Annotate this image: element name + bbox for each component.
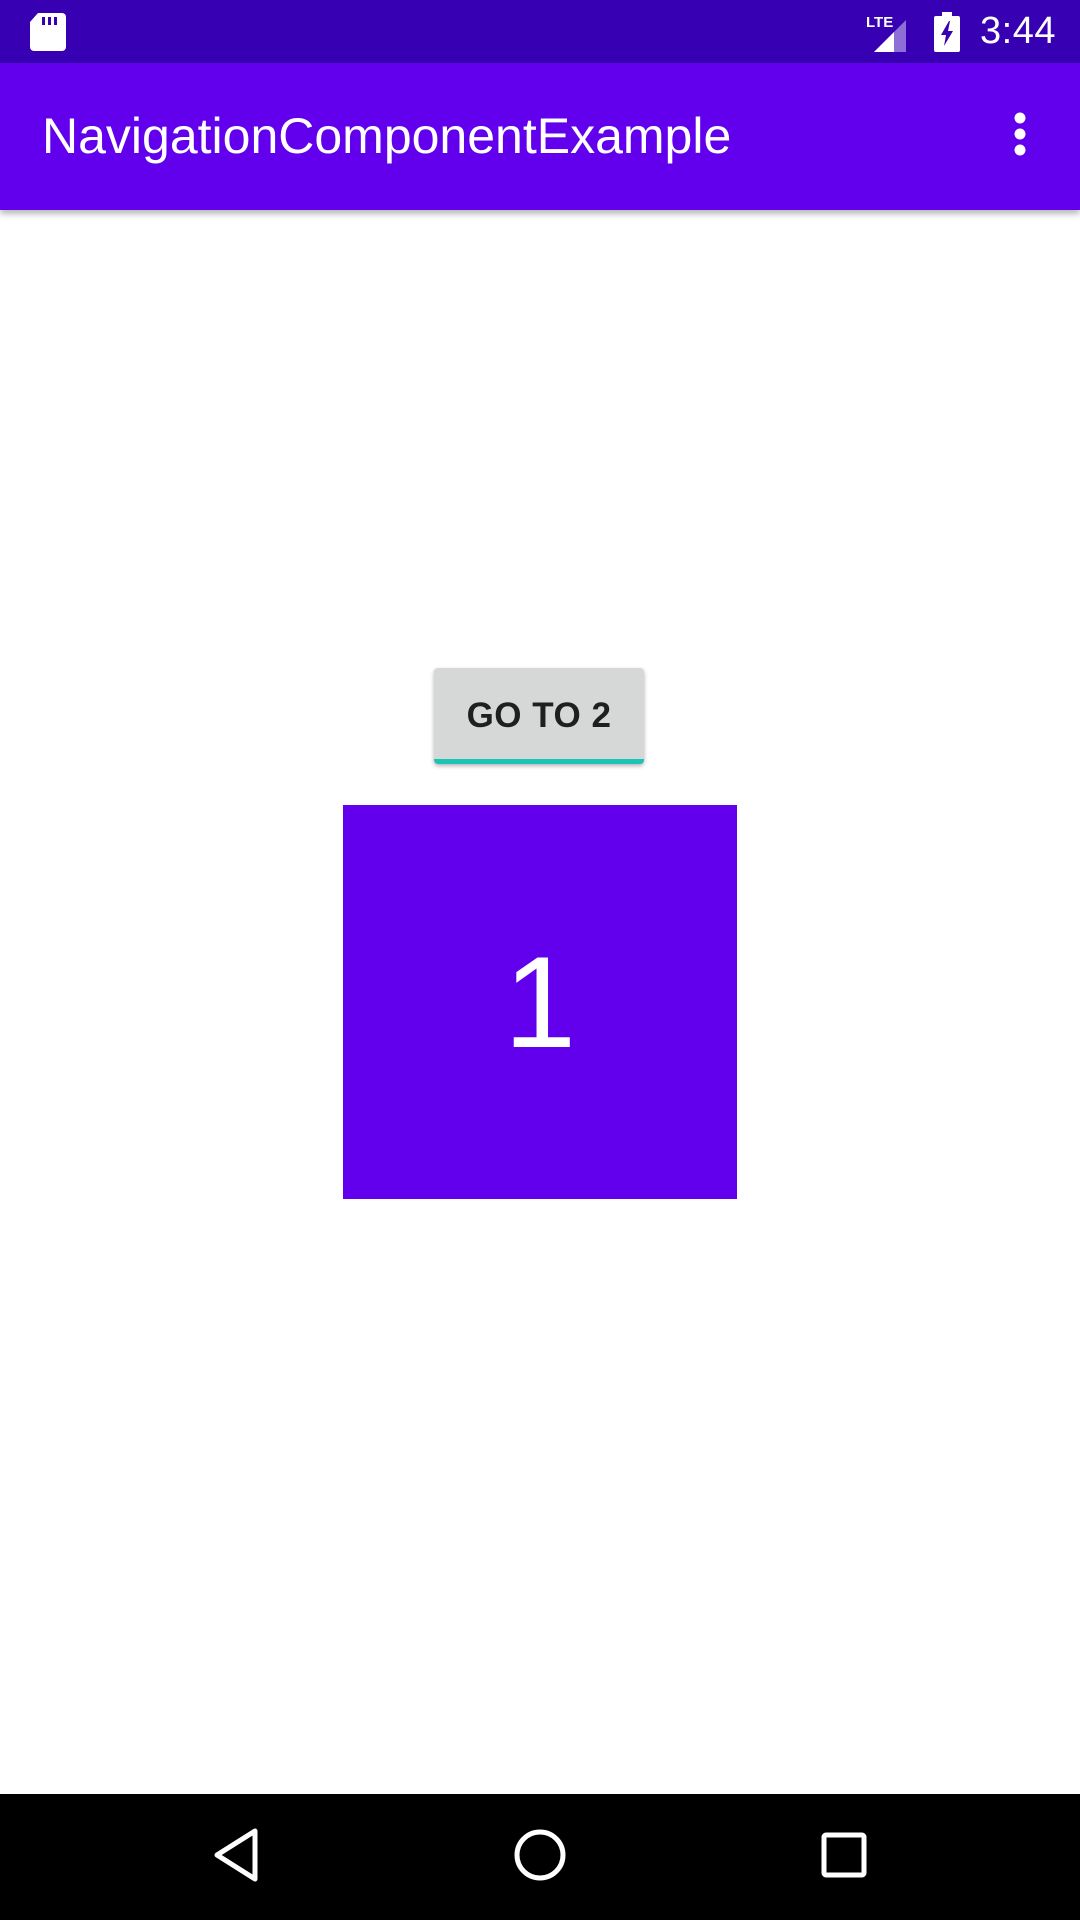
battery-charging-icon <box>934 11 961 52</box>
overflow-menu-button[interactable] <box>984 100 1056 172</box>
status-bar: LTE 3:44 <box>0 0 1080 63</box>
go-to-2-button-label: GO TO 2 <box>466 696 612 735</box>
nav-recents-button[interactable] <box>804 1817 884 1897</box>
lte-signal-icon: LTE <box>866 12 914 52</box>
status-icons: LTE 3:44 <box>866 0 1056 63</box>
fragment-number-box: 1 <box>343 805 737 1199</box>
go-to-2-button[interactable]: GO TO 2 <box>434 668 644 764</box>
nav-home-button[interactable] <box>500 1817 580 1897</box>
sd-card-icon <box>30 13 66 51</box>
app-title: NavigationComponentExample <box>42 108 732 164</box>
home-circle-icon <box>513 1828 567 1887</box>
status-clock: 3:44 <box>980 10 1056 52</box>
button-focus-indicator <box>434 759 644 764</box>
lte-label: LTE <box>866 14 893 31</box>
phone-screen: LTE 3:44 NavigationComponentExample GO T… <box>0 0 1080 1920</box>
fragment-number-label: 1 <box>503 929 577 1075</box>
system-nav-bar <box>0 1794 1080 1920</box>
nav-back-button[interactable] <box>196 1817 276 1897</box>
back-triangle-icon <box>211 1827 261 1888</box>
recents-square-icon <box>820 1831 868 1884</box>
app-bar: NavigationComponentExample <box>0 63 1080 210</box>
more-vert-icon <box>1012 112 1028 161</box>
